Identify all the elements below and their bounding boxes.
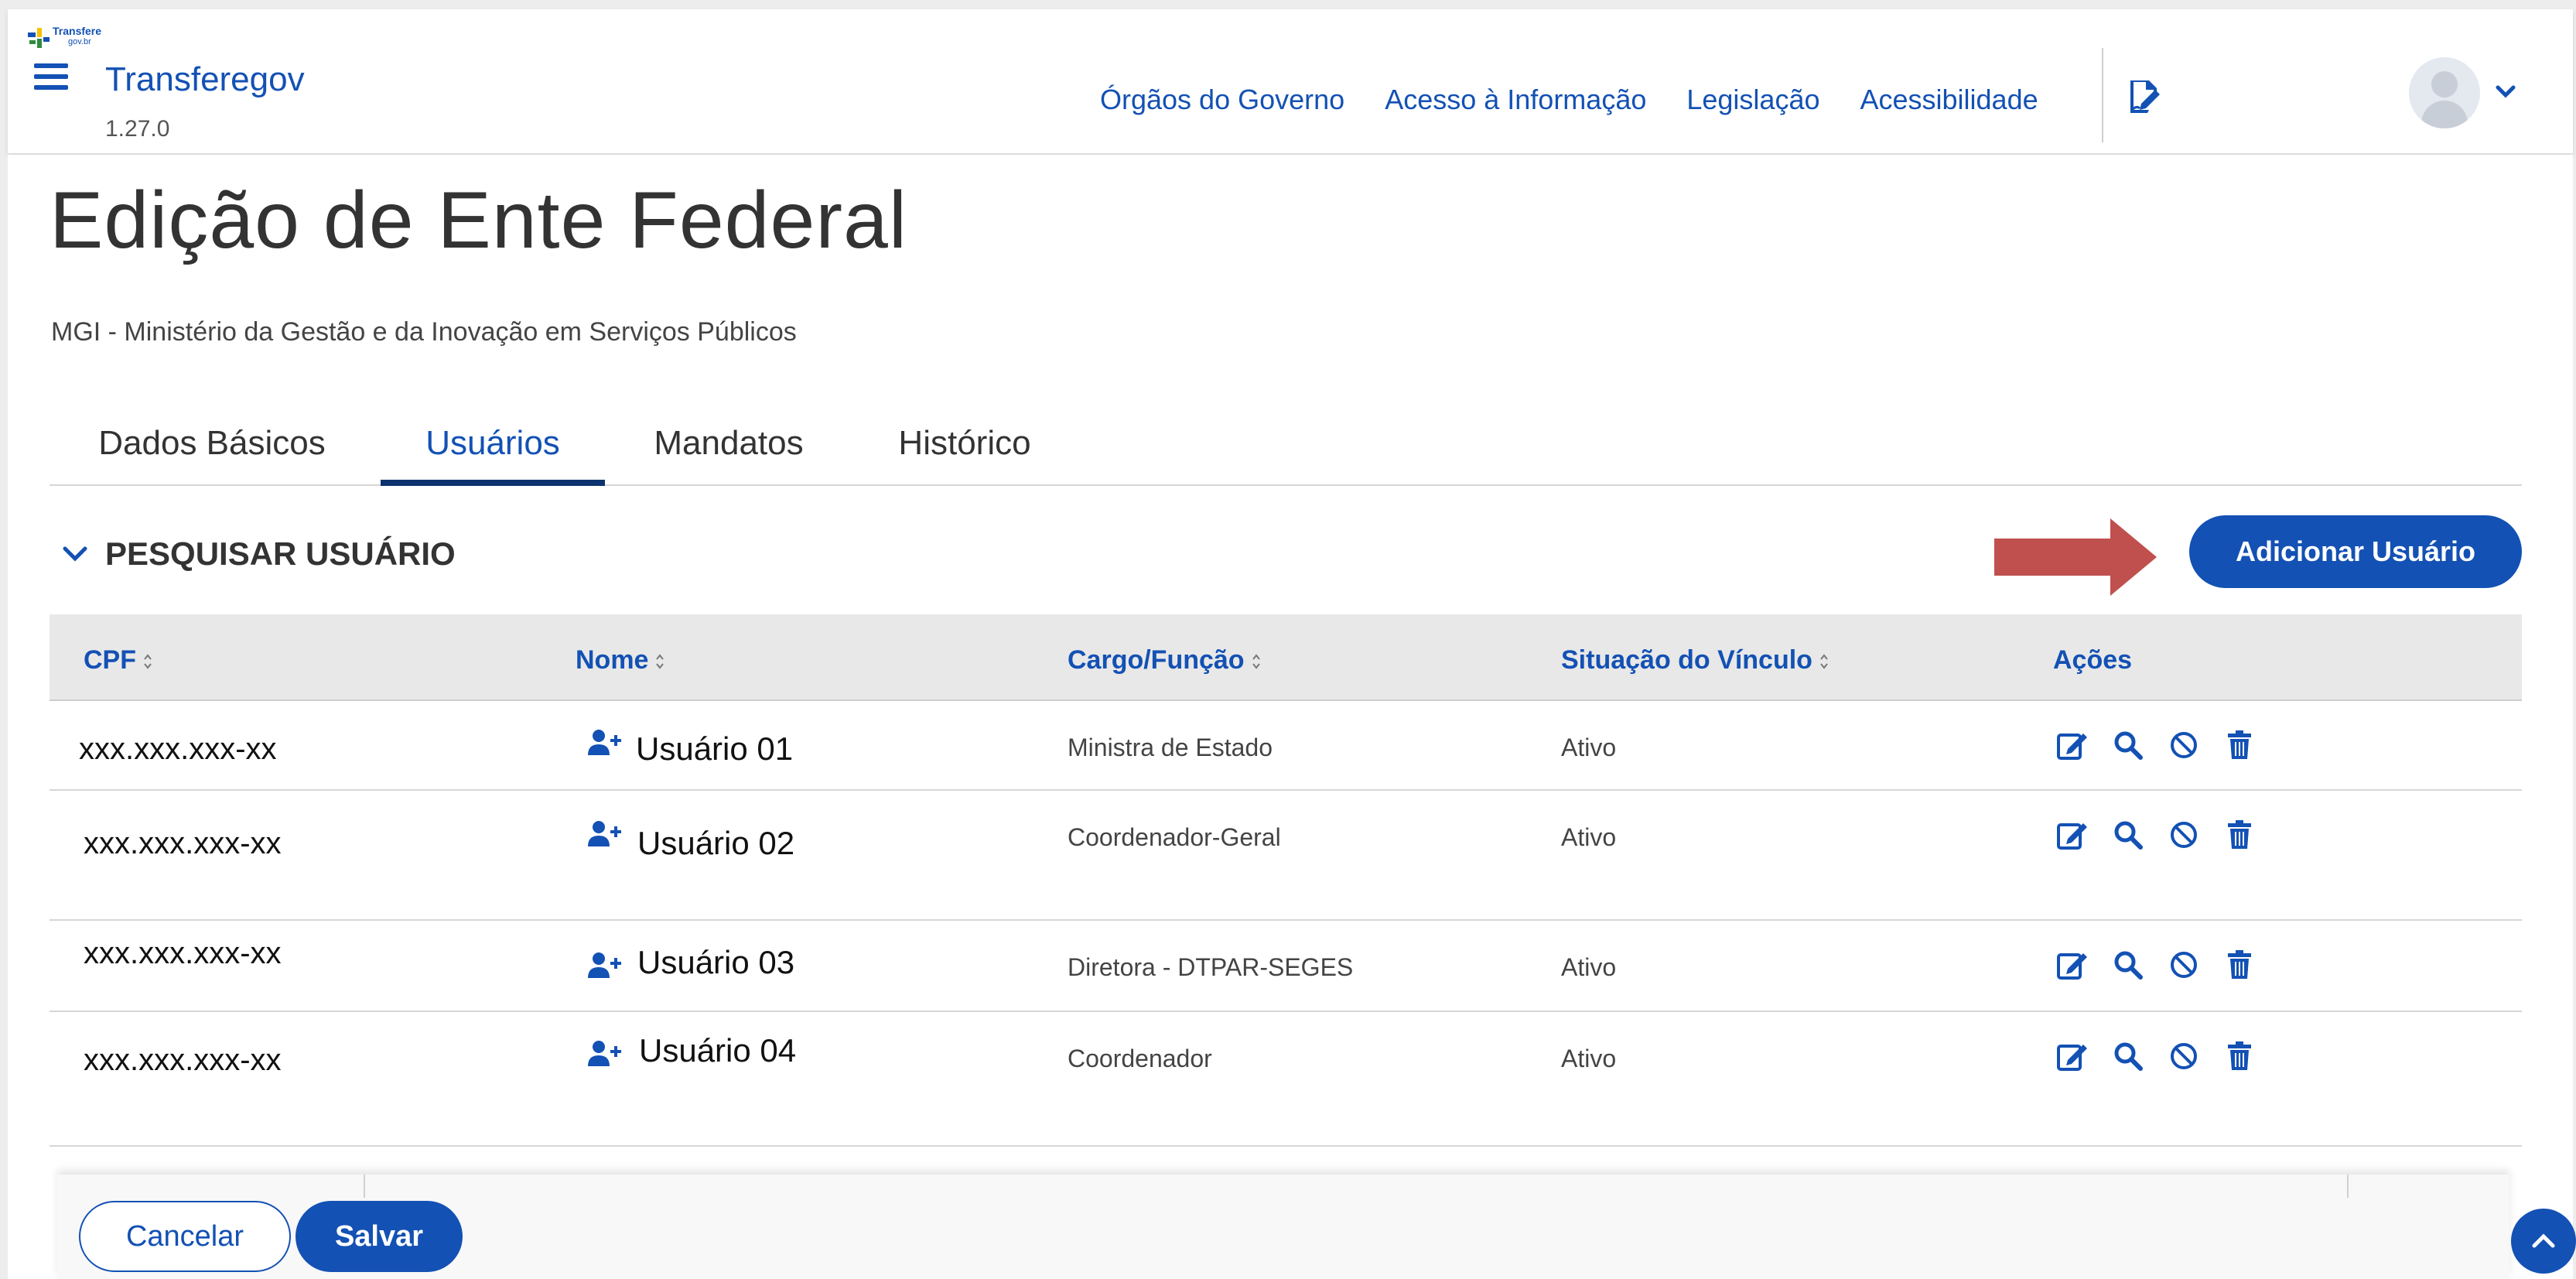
tab-bar: Dados Básicos Usuários Mandatos Históric… (50, 395, 2522, 486)
trash-icon[interactable] (2223, 949, 2256, 981)
chevron-up-icon (2532, 1233, 2555, 1248)
hamburger-menu-icon[interactable] (34, 63, 68, 91)
page-subtitle: MGI - Ministério da Gestão e da Inovação… (51, 317, 797, 347)
tab-dados-basicos[interactable]: Dados Básicos (50, 395, 374, 486)
user-name-cell: Usuário 04 (639, 1032, 797, 1069)
form-action-bar: Cancelar Salvar (57, 1175, 2509, 1279)
row-actions (2056, 729, 2256, 761)
user-plus-icon (588, 730, 621, 755)
nav-divider (2102, 48, 2103, 142)
scroll-to-top-button[interactable] (2511, 1209, 2576, 1274)
column-header-cpf[interactable]: CPF (84, 645, 153, 675)
column-header-cargo[interactable]: Cargo/Função (1068, 645, 1262, 675)
tab-usuarios[interactable]: Usuários (381, 395, 605, 486)
transferegov-logo[interactable]: Transfere gov.br (22, 19, 107, 54)
logo-text: Transfere (53, 25, 102, 37)
sort-icon (1820, 654, 1828, 669)
block-icon[interactable] (2168, 729, 2200, 761)
edit-icon[interactable] (2056, 1040, 2089, 1072)
situacao-cell: Ativo (1561, 953, 1617, 981)
cpf-cell: xxx.xxx.xxx-xx (84, 1043, 282, 1077)
table-row: xxx.xxx.xxx-xx Usuário 04 Coordenador At… (50, 1012, 2522, 1140)
cargo-cell: Diretora - DTPAR-SEGES (1068, 953, 1354, 981)
edit-icon[interactable] (2056, 729, 2089, 761)
nav-link-legislacao[interactable]: Legislação (1686, 84, 1819, 116)
edit-icon[interactable] (2056, 949, 2089, 981)
top-nav: Órgãos do Governo Acesso à Informação Le… (1100, 84, 2038, 116)
table-row: xxx.xxx.xxx-xx Usuário 02 Coordenador-Ge… (50, 791, 2522, 921)
nav-link-orgaos[interactable]: Órgãos do Governo (1100, 84, 1344, 116)
tab-historico[interactable]: Histórico (852, 395, 1077, 486)
cpf-cell: xxx.xxx.xxx-xx (84, 936, 282, 970)
search-icon[interactable] (2112, 819, 2144, 851)
column-header-nome[interactable]: Nome (576, 645, 665, 675)
row-actions (2056, 819, 2256, 851)
cargo-cell: Coordenador-Geral (1068, 823, 1281, 851)
user-name-cell: Usuário 02 (637, 825, 795, 861)
search-user-label: PESQUISAR USUÁRIO (105, 535, 456, 572)
cargo-cell: Ministra de Estado (1068, 734, 1273, 761)
search-icon[interactable] (2112, 729, 2144, 761)
cancel-button[interactable]: Cancelar (79, 1201, 291, 1272)
cargo-cell: Coordenador (1068, 1045, 1212, 1072)
nav-link-acessibilidade[interactable]: Acessibilidade (1860, 84, 2038, 116)
trash-icon[interactable] (2223, 729, 2256, 761)
cpf-cell: xxx.xxx.xxx-xx (84, 826, 282, 860)
table-row: xxx.xxx.xxx-xx Usuário 01 Ministra de Es… (50, 701, 2522, 791)
table-row: xxx.xxx.xxx-xx Usuário 03 Diretora - DTP… (50, 921, 2522, 1012)
edit-icon[interactable] (2056, 819, 2089, 851)
logo-subtext: gov.br (68, 37, 91, 46)
user-plus-icon (588, 1041, 621, 1066)
add-user-button[interactable]: Adicionar Usuário (2189, 515, 2522, 588)
save-button[interactable]: Salvar (296, 1201, 463, 1272)
user-plus-icon (588, 952, 621, 978)
users-table: CPF Nome Cargo/Função Situação do Víncul… (50, 614, 2522, 1140)
cpf-cell: xxx.xxx.xxx-xx (79, 732, 277, 766)
app-title[interactable]: Transferegov (105, 60, 305, 99)
page-title: Edição de Ente Federal (50, 176, 907, 265)
user-avatar[interactable] (2409, 57, 2480, 128)
trash-icon[interactable] (2223, 1040, 2256, 1072)
user-plus-icon (588, 821, 621, 846)
column-header-acoes: Ações (2053, 645, 2133, 675)
red-arrow-annotation (1994, 518, 2157, 596)
sort-icon (1252, 654, 1260, 669)
search-user-toggle[interactable]: PESQUISAR USUÁRIO (62, 531, 456, 577)
user-name-cell: Usuário 01 (636, 730, 794, 767)
block-icon[interactable] (2168, 949, 2200, 981)
tab-mandatos[interactable]: Mandatos (605, 395, 852, 486)
table-bottom-border (50, 1145, 2522, 1147)
table-header: CPF Nome Cargo/Função Situação do Víncul… (50, 614, 2522, 701)
sort-icon (144, 654, 152, 669)
app-header: Transfere gov.br Transferegov 1.27.0 Órg… (8, 9, 2573, 153)
situacao-cell: Ativo (1561, 823, 1617, 851)
logo-mark-icon (28, 28, 50, 48)
signature-icon[interactable] (2126, 77, 2163, 115)
block-icon[interactable] (2168, 1040, 2200, 1072)
situacao-cell: Ativo (1561, 734, 1617, 761)
row-actions (2056, 949, 2256, 981)
row-actions (2056, 1040, 2256, 1072)
user-name-cell: Usuário 03 (637, 944, 795, 980)
search-icon[interactable] (2112, 1040, 2144, 1072)
chevron-down-icon[interactable] (2496, 84, 2516, 101)
column-header-situacao[interactable]: Situação do Vínculo (1561, 645, 1830, 675)
trash-icon[interactable] (2223, 819, 2256, 851)
block-icon[interactable] (2168, 819, 2200, 851)
situacao-cell: Ativo (1561, 1045, 1617, 1072)
search-icon[interactable] (2112, 949, 2144, 981)
nav-link-acesso-informacao[interactable]: Acesso à Informação (1385, 84, 1646, 116)
app-version: 1.27.0 (105, 116, 170, 142)
chevron-down-icon (63, 546, 87, 562)
main-content: Edição de Ente Federal MGI - Ministério … (8, 155, 2573, 1279)
sort-icon (656, 654, 664, 669)
